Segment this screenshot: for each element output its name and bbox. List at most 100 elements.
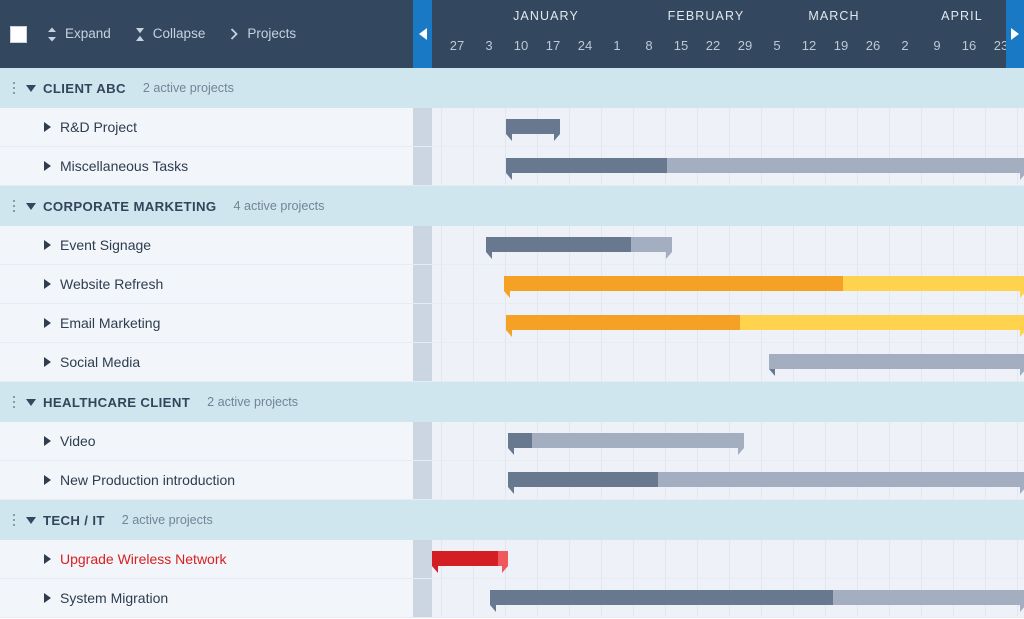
- gantt-bar[interactable]: [490, 590, 1024, 605]
- project-row[interactable]: Event Signage: [0, 226, 1024, 265]
- group-row[interactable]: CLIENT ABC2 active projects: [0, 68, 1024, 108]
- row-timeline-cells[interactable]: [432, 147, 1024, 185]
- row-timeline-cells[interactable]: [432, 226, 1024, 264]
- bar-remaining-fill: [833, 590, 1024, 605]
- row-timeline-cells[interactable]: [432, 500, 1024, 540]
- expand-triangle-icon[interactable]: [44, 475, 51, 485]
- project-row[interactable]: Email Marketing: [0, 304, 1024, 343]
- gantt-body[interactable]: CLIENT ABC2 active projects R&D Project Mi…: [0, 68, 1024, 619]
- toolbar: Expand Collapse Projects: [0, 0, 413, 68]
- drag-handle-icon[interactable]: [8, 396, 20, 409]
- project-name-label[interactable]: Upgrade Wireless Network: [60, 551, 227, 567]
- project-row[interactable]: Social Media: [0, 343, 1024, 382]
- group-name-label: CORPORATE MARKETING: [43, 199, 216, 214]
- bar-progress-fill: [508, 472, 658, 487]
- project-name-label[interactable]: Miscellaneous Tasks: [60, 158, 188, 174]
- drag-handle-icon[interactable]: [8, 200, 20, 213]
- scroll-right-button[interactable]: [1006, 0, 1024, 68]
- project-name-label[interactable]: Website Refresh: [60, 276, 163, 292]
- expand-triangle-icon[interactable]: [44, 554, 51, 564]
- month-label: APRIL: [882, 9, 1024, 23]
- expand-triangle-icon[interactable]: [44, 161, 51, 171]
- select-all-checkbox[interactable]: [10, 26, 27, 43]
- collapse-triangle-icon[interactable]: [26, 203, 36, 210]
- project-name-label[interactable]: Social Media: [60, 354, 140, 370]
- row-left-pane: New Production introduction: [0, 461, 413, 499]
- expand-triangle-icon[interactable]: [44, 593, 51, 603]
- project-row[interactable]: R&D Project: [0, 108, 1024, 147]
- project-row[interactable]: Upgrade Wireless Network: [0, 540, 1024, 579]
- grid-lines: [432, 540, 1024, 578]
- collapse-triangle-icon[interactable]: [26, 517, 36, 524]
- row-left-pane: Social Media: [0, 343, 413, 381]
- gantt-bar[interactable]: [508, 433, 744, 448]
- row-timeline-cells[interactable]: [432, 422, 1024, 460]
- row-left-pane: Email Marketing: [0, 304, 413, 342]
- bar-start-notch: [508, 487, 514, 494]
- collapse-triangle-icon[interactable]: [26, 85, 36, 92]
- drag-handle-icon[interactable]: [8, 82, 20, 95]
- top-header: Expand Collapse Projects: [0, 0, 1024, 68]
- project-name-label[interactable]: Video: [60, 433, 96, 449]
- expand-triangle-icon[interactable]: [44, 279, 51, 289]
- row-left-pane: Website Refresh: [0, 265, 413, 303]
- scroll-left-button[interactable]: [413, 0, 432, 68]
- expand-triangle-icon[interactable]: [44, 318, 51, 328]
- gantt-bar[interactable]: [506, 119, 560, 134]
- row-timeline-cells[interactable]: [432, 108, 1024, 146]
- row-timeline-cells[interactable]: [432, 579, 1024, 617]
- collapse-triangle-icon[interactable]: [26, 399, 36, 406]
- bar-start-notch: [506, 173, 512, 180]
- day-tick-label: 24: [572, 38, 598, 53]
- bar-progress-fill: [506, 158, 667, 173]
- group-name-label: TECH / IT: [43, 513, 105, 528]
- group-row[interactable]: TECH / IT 2 active projects: [0, 500, 1024, 540]
- row-left-pane: TECH / IT 2 active projects: [0, 500, 413, 540]
- gantt-app: Expand Collapse Projects: [0, 0, 1024, 619]
- gantt-bar[interactable]: [769, 354, 1024, 369]
- gantt-bar[interactable]: [432, 551, 508, 566]
- pane-divider: [413, 304, 432, 342]
- row-timeline-cells[interactable]: [432, 304, 1024, 342]
- project-row[interactable]: Website Refresh: [0, 265, 1024, 304]
- group-active-project-count: 2 active projects: [207, 395, 298, 409]
- gantt-bar[interactable]: [506, 158, 1024, 173]
- project-name-label[interactable]: System Migration: [60, 590, 168, 606]
- row-timeline-cells[interactable]: [432, 461, 1024, 499]
- gantt-bar[interactable]: [504, 276, 1024, 291]
- project-name-label[interactable]: R&D Project: [60, 119, 137, 135]
- group-row[interactable]: HEALTHCARE CLIENT2 active projects: [0, 382, 1024, 422]
- row-timeline-cells[interactable]: [432, 68, 1024, 108]
- projects-button[interactable]: Projects: [227, 26, 296, 42]
- project-name-label[interactable]: Event Signage: [60, 237, 151, 253]
- gantt-bar[interactable]: [508, 472, 1024, 487]
- project-row[interactable]: New Production introduction: [0, 461, 1024, 500]
- group-row[interactable]: CORPORATE MARKETING4 active projects: [0, 186, 1024, 226]
- project-name-label[interactable]: New Production introduction: [60, 472, 235, 488]
- bar-progress-fill: [508, 433, 532, 448]
- drag-handle-icon[interactable]: [8, 514, 20, 527]
- project-row[interactable]: Video: [0, 422, 1024, 461]
- collapse-button[interactable]: Collapse: [133, 26, 206, 42]
- expand-triangle-icon[interactable]: [44, 357, 51, 367]
- expand-triangle-icon[interactable]: [44, 436, 51, 446]
- expand-button[interactable]: Expand: [45, 26, 111, 42]
- bar-end-notch: [1020, 330, 1024, 337]
- expand-triangle-icon[interactable]: [44, 122, 51, 132]
- bar-remaining-fill: [658, 472, 1024, 487]
- row-timeline-cells[interactable]: [432, 186, 1024, 226]
- project-name-label[interactable]: Email Marketing: [60, 315, 160, 331]
- day-tick-label: 1: [604, 38, 630, 53]
- gantt-bar[interactable]: [506, 315, 1024, 330]
- group-active-project-count: 2 active projects: [122, 513, 213, 527]
- bar-end-notch: [554, 134, 560, 141]
- row-timeline-cells[interactable]: [432, 382, 1024, 422]
- row-timeline-cells[interactable]: [432, 540, 1024, 578]
- expand-triangle-icon[interactable]: [44, 240, 51, 250]
- project-row[interactable]: System Migration: [0, 579, 1024, 618]
- row-timeline-cells[interactable]: [432, 343, 1024, 381]
- gantt-bar[interactable]: [486, 237, 672, 252]
- project-row[interactable]: Miscellaneous Tasks: [0, 147, 1024, 186]
- row-timeline-cells[interactable]: [432, 265, 1024, 303]
- bar-remaining-fill: [631, 237, 672, 252]
